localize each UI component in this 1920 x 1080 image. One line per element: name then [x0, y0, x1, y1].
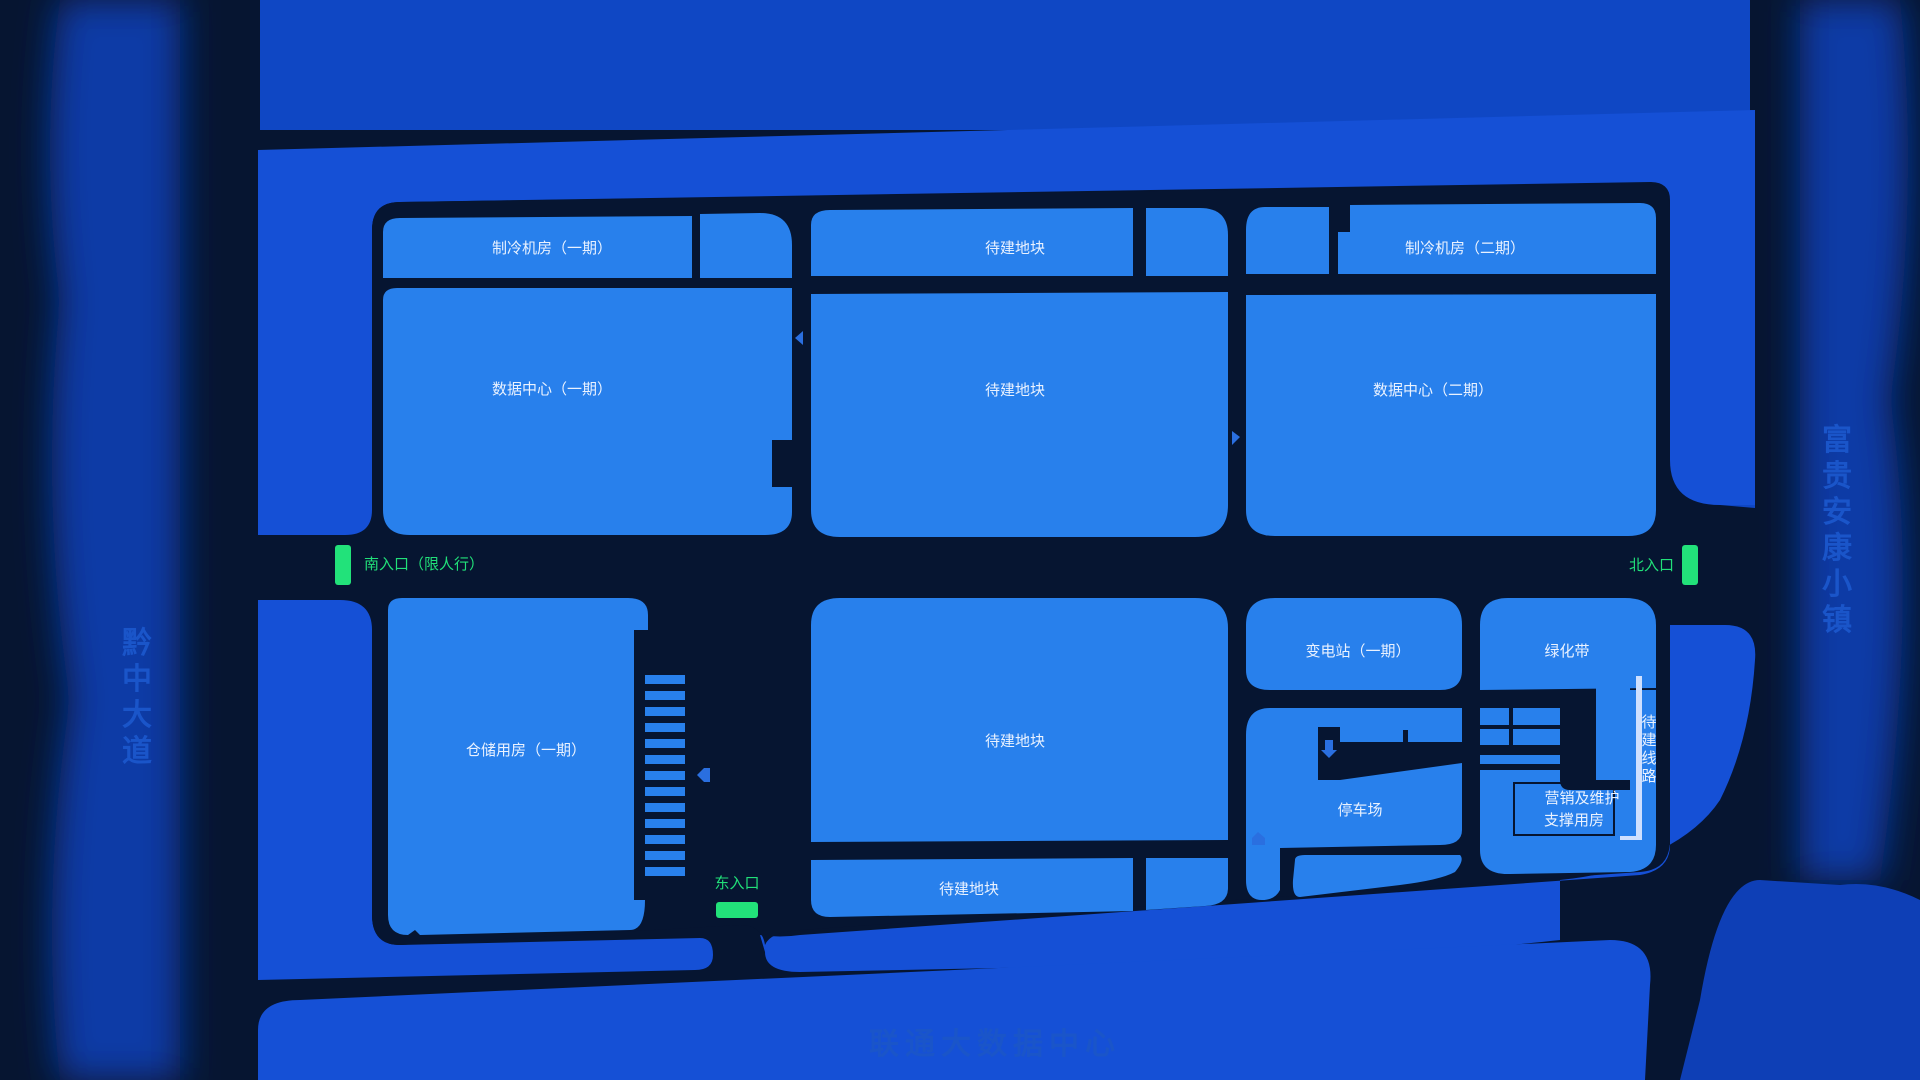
west-char-4: 道	[122, 735, 158, 768]
plot-reserved-a-annex[interactable]	[1146, 208, 1228, 276]
west-char-2: 中	[122, 663, 158, 696]
label-sales-line2: 支撑用房	[1544, 812, 1604, 829]
plot-reserved-c[interactable]	[811, 598, 1228, 842]
north-strip	[260, 0, 1750, 130]
plot-datacenter-1[interactable]	[383, 288, 792, 535]
south-gate-label: 南入口（限人行）	[364, 556, 484, 573]
east-char-2: 贵	[1822, 460, 1858, 493]
plot-reserved-a[interactable]	[811, 208, 1133, 276]
label-cooling-2: 制冷机房（二期）	[1405, 240, 1525, 257]
plot-reserved-d-annex[interactable]	[1146, 858, 1228, 910]
east-char-5: 小	[1822, 568, 1858, 601]
west-land	[50, 0, 180, 1080]
label-datacenter-2: 数据中心（二期）	[1373, 382, 1493, 399]
label-cooling-1: 制冷机房（一期）	[492, 240, 612, 257]
route-char-4: 路	[1641, 768, 1656, 785]
label-substation-1: 变电站（一期）	[1305, 643, 1410, 660]
site-map: 南入口（限人行） 北入口 东入口 制冷机房（一期） 待建地块 制冷机房（二期） …	[0, 0, 1920, 1080]
east-gate-marker[interactable]	[716, 902, 758, 918]
label-sales-line1: 营销及维护	[1544, 790, 1619, 807]
north-gate-label: 北入口	[1629, 557, 1674, 574]
label-reserved-c: 待建地块	[985, 733, 1045, 750]
east-char-4: 康	[1822, 531, 1858, 565]
plot-cooling-2-annex[interactable]	[1246, 207, 1329, 274]
parking-lane	[1340, 742, 1462, 747]
sales-gap	[1480, 764, 1562, 770]
plot-route-strip	[1596, 676, 1630, 780]
label-reserved-d: 待建地块	[939, 881, 999, 898]
label-storage-1: 仓储用房（一期）	[466, 742, 586, 759]
east-char-6: 镇	[1822, 604, 1858, 637]
label-datacenter-1: 数据中心（一期）	[492, 381, 612, 398]
parking-divider	[1403, 730, 1408, 747]
sales-strip	[1480, 755, 1560, 765]
south-gate-marker[interactable]	[335, 545, 351, 585]
east-char-1: 富	[1822, 423, 1858, 457]
green-grid-h	[1480, 725, 1560, 729]
label-reserved-a: 待建地块	[985, 240, 1045, 257]
east-gate-label: 东入口	[714, 875, 759, 892]
west-char-1: 黔	[122, 626, 158, 660]
plot-cooling-2[interactable]	[1338, 203, 1656, 274]
east-char-3: 安	[1822, 496, 1858, 529]
label-reserved-b: 待建地块	[985, 382, 1045, 399]
label-greenbelt: 绿化带	[1544, 643, 1589, 660]
area-label-south: 联通大数据中心	[869, 1028, 1121, 1061]
route-line-end	[1620, 836, 1642, 840]
west-char-3: 大	[122, 699, 158, 732]
plot-datacenter-2[interactable]	[1246, 294, 1656, 536]
route-char-2: 建	[1641, 732, 1656, 749]
site-map-canvas: 南入口（限人行） 北入口 东入口 制冷机房（一期） 待建地块 制冷机房（二期） …	[0, 0, 1920, 1080]
plot-storage-1[interactable]	[388, 598, 648, 935]
label-parking: 停车场	[1337, 802, 1382, 819]
route-char-3: 线	[1641, 750, 1656, 767]
north-gate-marker[interactable]	[1682, 545, 1698, 585]
plot-cooling-1-annex[interactable]	[700, 213, 792, 278]
route-char-1: 待	[1641, 714, 1656, 731]
plot-reserved-b[interactable]	[811, 292, 1228, 537]
